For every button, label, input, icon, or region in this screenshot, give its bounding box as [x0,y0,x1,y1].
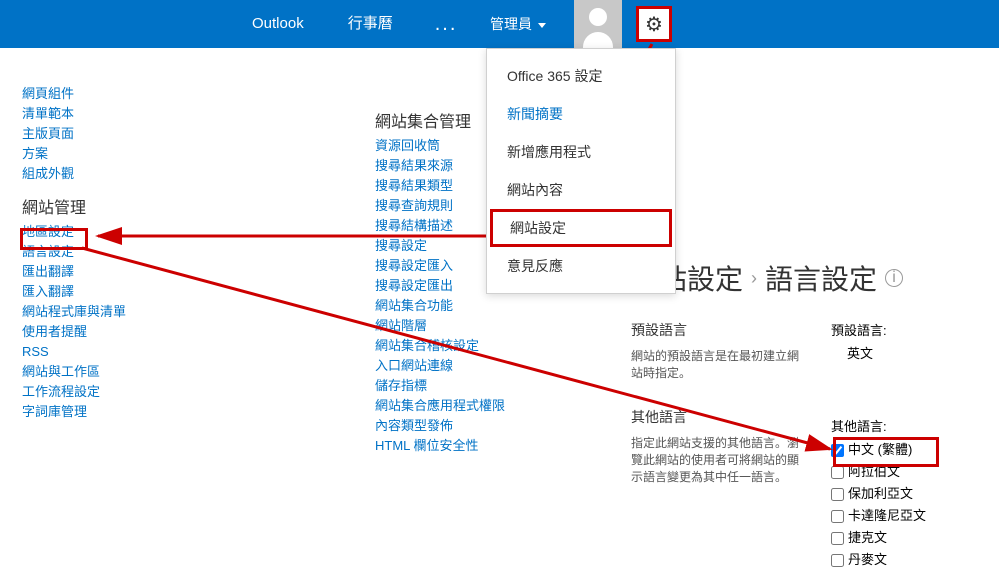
lang-checkbox-cs[interactable] [831,532,844,545]
nav-more-icon[interactable]: ... [415,0,478,48]
nav-calendar[interactable]: 行事曆 [326,0,415,48]
default-language-label: 預設語言: [831,320,926,339]
lang-checkbox-ca[interactable] [831,510,844,523]
link-list-templates[interactable]: 清單範本 [22,104,126,124]
link-web-parts[interactable]: 網頁組件 [22,84,126,104]
lang-label-ca: 卡達隆尼亞文 [848,505,926,527]
lang-label-bg: 保加利亞文 [848,483,913,505]
link-master-pages[interactable]: 主版頁面 [22,124,126,144]
section-site-admin: 網站管理 [22,194,126,218]
nav-outlook[interactable]: Outlook [230,0,326,48]
settings-dropdown: Office 365 設定 新聞摘要 新增應用程式 網站內容 網站設定 意見反應 [486,48,676,294]
dd-feedback[interactable]: 意見反應 [487,247,675,285]
link-composed-looks[interactable]: 組成外觀 [22,164,126,184]
dd-news[interactable]: 新聞摘要 [487,95,675,133]
user-menu[interactable]: 管理員 [490,14,546,34]
lang-row-bg[interactable]: 保加利亞文 [831,483,926,505]
lang-row-cs[interactable]: 捷克文 [831,527,926,549]
link-solutions[interactable]: 方案 [22,144,126,164]
dd-office365-settings[interactable]: Office 365 設定 [487,57,675,95]
highlight-chinese-traditional-checkbox [833,437,939,467]
lang-row-ca[interactable]: 卡達隆尼亞文 [831,505,926,527]
highlight-language-settings-link [20,228,88,250]
dd-site-settings[interactable]: 網站設定 [490,209,672,247]
lang-label-cs: 捷克文 [848,527,887,549]
lang-checkbox-ar[interactable] [831,466,844,479]
info-icon[interactable]: i [885,269,903,287]
dd-site-contents[interactable]: 網站內容 [487,171,675,209]
arrow-annotation-3 [80,246,840,456]
avatar-head-icon [589,8,607,26]
lang-label-da: 丹麥文 [848,549,887,571]
settings-gear-button[interactable]: ⚙ [636,6,672,42]
app-header: Outlook 行事曆 ... 管理員 [0,0,999,48]
lang-checkbox-bg[interactable] [831,488,844,501]
user-name-label: 管理員 [490,14,532,34]
gear-icon: ⚙ [645,12,663,37]
default-language-value: 英文 [847,343,926,362]
alt-languages-label: 其他語言: [831,416,926,435]
lang-checkbox-da[interactable] [831,554,844,567]
dd-add-app[interactable]: 新增應用程式 [487,133,675,171]
caret-down-icon [538,23,546,28]
lang-row-da[interactable]: 丹麥文 [831,549,926,571]
avatar[interactable] [574,0,622,48]
arrow-annotation-2 [92,226,492,246]
